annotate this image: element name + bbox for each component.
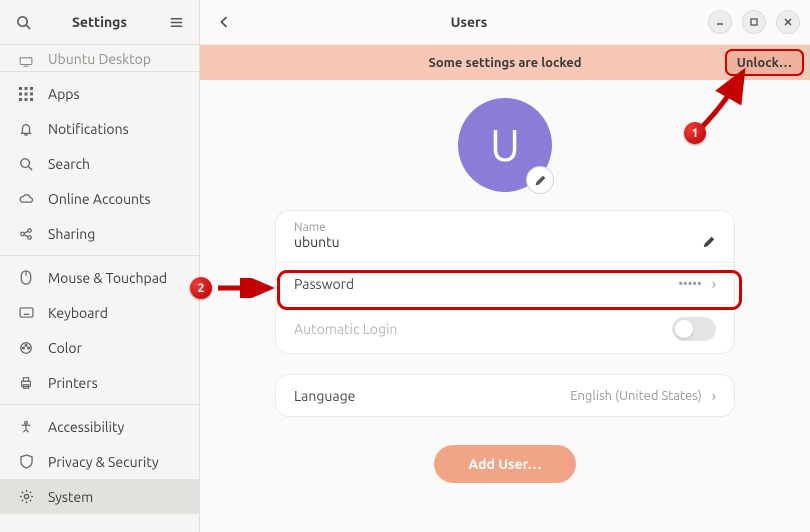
- chevron-left-icon: [219, 15, 230, 29]
- printer-icon: [18, 376, 34, 390]
- accessibility-icon: [18, 420, 34, 434]
- sidebar-item-search[interactable]: Search: [0, 146, 199, 181]
- sidebar-separator: [0, 404, 199, 405]
- sidebar-item-label: Ubuntu Desktop: [48, 51, 151, 67]
- main-panel: Users Some settings are locked Unlock… U…: [200, 0, 810, 532]
- cloud-icon: [18, 193, 34, 204]
- annotation-badge-2: 2: [190, 277, 212, 299]
- language-row[interactable]: Language English (United States) ›: [276, 375, 734, 416]
- edit-name-button[interactable]: [702, 235, 716, 249]
- minimize-icon: [715, 17, 725, 27]
- search-button[interactable]: [8, 7, 38, 37]
- sidebar-separator: [0, 71, 199, 72]
- hamburger-icon: [169, 15, 184, 30]
- back-button[interactable]: [210, 8, 238, 36]
- sidebar-item-online-accounts[interactable]: Online Accounts: [0, 181, 199, 216]
- sidebar-item-system[interactable]: System: [0, 479, 199, 514]
- titlebar: Users: [200, 0, 810, 45]
- pencil-icon: [534, 174, 547, 187]
- sidebar-item-ubuntu-desktop[interactable]: Ubuntu Desktop: [0, 47, 199, 67]
- avatar-edit-button[interactable]: [526, 166, 554, 194]
- settings-sidebar: Settings Ubuntu Desktop Apps Notificatio…: [0, 0, 200, 532]
- mouse-icon: [18, 270, 34, 285]
- sidebar-item-privacy-security[interactable]: Privacy & Security: [0, 444, 199, 479]
- sidebar-item-label: Sharing: [48, 226, 95, 242]
- sidebar-item-sharing[interactable]: Sharing: [0, 216, 199, 251]
- sharing-icon: [18, 227, 34, 241]
- unlock-button[interactable]: Unlock…: [725, 49, 804, 76]
- sidebar-item-label: Online Accounts: [48, 191, 151, 207]
- maximize-button[interactable]: [742, 10, 766, 34]
- color-icon: [18, 341, 34, 355]
- sidebar-item-label: Notifications: [48, 121, 129, 137]
- language-value: English (United States): [570, 389, 702, 403]
- sidebar-item-label: Accessibility: [48, 419, 124, 435]
- sidebar-item-label: Mouse & Touchpad: [48, 270, 167, 286]
- sidebar-item-label: Keyboard: [48, 305, 108, 321]
- sidebar-item-label: Apps: [48, 86, 80, 102]
- sidebar-item-label: System: [48, 489, 93, 505]
- password-label: Password: [294, 276, 354, 292]
- locked-banner: Some settings are locked Unlock…: [200, 45, 810, 80]
- locale-card: Language English (United States) ›: [275, 374, 735, 417]
- sidebar-item-label: Color: [48, 340, 82, 356]
- close-icon: [783, 17, 793, 27]
- sidebar-item-mouse-touchpad[interactable]: Mouse & Touchpad: [0, 260, 199, 295]
- search-icon: [18, 157, 34, 171]
- automatic-login-row: Automatic Login: [276, 304, 734, 353]
- sidebar-item-label: Printers: [48, 375, 98, 391]
- name-label: Name: [294, 221, 326, 234]
- language-label: Language: [294, 388, 355, 404]
- sidebar-item-accessibility[interactable]: Accessibility: [0, 409, 199, 444]
- pencil-icon: [702, 235, 716, 249]
- locked-banner-text: Some settings are locked: [200, 56, 810, 70]
- display-icon: [18, 57, 34, 67]
- search-icon: [16, 15, 31, 30]
- sidebar-menu-button[interactable]: [161, 7, 191, 37]
- avatar-wrapper: U: [458, 98, 552, 192]
- sidebar-item-printers[interactable]: Printers: [0, 365, 199, 400]
- gear-icon: [18, 489, 34, 504]
- sidebar-item-label: Privacy & Security: [48, 454, 159, 470]
- sidebar-item-apps[interactable]: Apps: [0, 76, 199, 111]
- sidebar-item-keyboard[interactable]: Keyboard: [0, 295, 199, 330]
- sidebar-title: Settings: [38, 14, 161, 30]
- content-area: U Name ubuntu Password ••••• ›: [200, 80, 810, 532]
- sidebar-separator: [0, 255, 199, 256]
- password-row[interactable]: Password ••••• ›: [276, 262, 734, 304]
- sidebar-item-label: Search: [48, 156, 90, 172]
- sidebar-list: Ubuntu Desktop Apps Notifications Search…: [0, 45, 199, 532]
- user-identity-card: Name ubuntu Password ••••• › Automatic L…: [275, 210, 735, 354]
- name-row[interactable]: Name ubuntu: [276, 211, 734, 262]
- chevron-right-icon: ›: [712, 275, 716, 292]
- avatar-initial: U: [490, 121, 520, 170]
- chevron-right-icon: ›: [712, 387, 716, 404]
- page-title: Users: [238, 14, 700, 30]
- window-controls: [708, 10, 800, 34]
- name-value: ubuntu: [294, 234, 340, 250]
- sidebar-item-notifications[interactable]: Notifications: [0, 111, 199, 146]
- automatic-login-switch[interactable]: [672, 317, 716, 341]
- close-button[interactable]: [776, 10, 800, 34]
- automatic-login-label: Automatic Login: [294, 321, 397, 337]
- maximize-icon: [749, 17, 759, 27]
- minimize-button[interactable]: [708, 10, 732, 34]
- add-user-button[interactable]: Add User…: [434, 445, 575, 483]
- password-value: •••••: [678, 277, 701, 291]
- shield-icon: [18, 454, 34, 469]
- keyboard-icon: [18, 307, 34, 318]
- annotation-badge-1: 1: [684, 122, 706, 144]
- apps-icon: [18, 87, 34, 101]
- sidebar-item-color[interactable]: Color: [0, 330, 199, 365]
- bell-icon: [18, 122, 34, 136]
- sidebar-header: Settings: [0, 0, 199, 45]
